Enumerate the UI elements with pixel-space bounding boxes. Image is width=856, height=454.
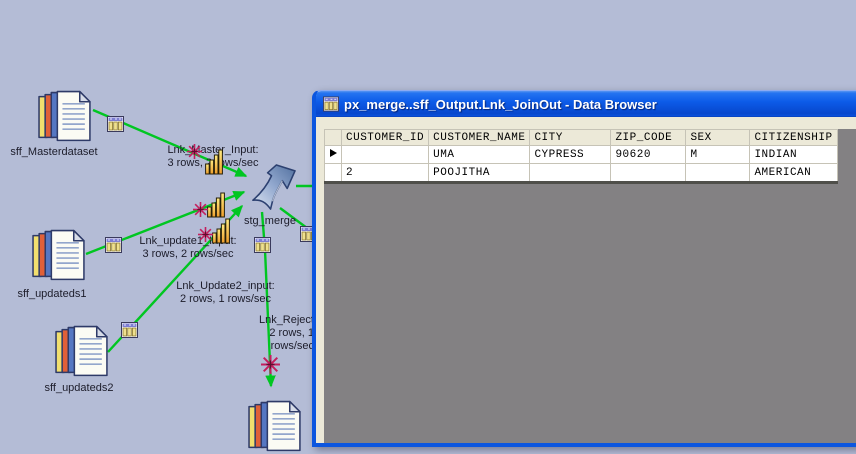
table-row: 1 UMA CYPRESS 90620 M INDIAN	[325, 146, 838, 164]
cell[interactable]: AMERICAN	[750, 164, 837, 183]
row-selector-header	[325, 130, 342, 146]
node-label-master: sff_Masterdataset	[8, 146, 100, 159]
row-selector[interactable]	[325, 164, 342, 183]
link-label-update2-input: Lnk_Update2_input: 2 rows, 1 rows/sec	[168, 280, 283, 306]
sparkle-icon	[187, 144, 202, 159]
perf-stats-icon	[205, 149, 224, 175]
column-header[interactable]: CUSTOMER_ID	[342, 130, 429, 146]
link-stats: 2 rows, 1 rows/sec	[180, 293, 271, 305]
node-label-updateds2: sff_updateds2	[34, 382, 124, 395]
link-metadata-icon	[254, 237, 271, 253]
cell[interactable]	[611, 164, 686, 183]
perf-stats-icon	[207, 192, 226, 218]
column-header[interactable]: CITY	[530, 130, 611, 146]
data-browser-client: CUSTOMER_ID CUSTOMER_NAME CITY ZIP_CODE …	[316, 118, 856, 443]
merge-stage-node[interactable]	[246, 163, 299, 212]
cell[interactable]: CYPRESS	[530, 146, 611, 164]
perf-stats-icon	[212, 218, 231, 244]
cell[interactable]: 2	[342, 164, 429, 183]
column-header[interactable]: SEX	[686, 130, 750, 146]
data-browser-window: px_merge..sff_Output.Lnk_JoinOut - Data …	[312, 90, 856, 447]
grid-header-row: CUSTOMER_ID CUSTOMER_NAME CITY ZIP_CODE …	[325, 130, 838, 146]
link-metadata-icon	[107, 116, 124, 132]
link-label-reject: Lnk_Reject 2 rows, 1 rows/sec	[238, 314, 314, 353]
data-grid: CUSTOMER_ID CUSTOMER_NAME CITY ZIP_CODE …	[324, 129, 838, 184]
cell[interactable]: 90620	[611, 146, 686, 164]
grid-background-panel: CUSTOMER_ID CUSTOMER_NAME CITY ZIP_CODE …	[324, 129, 856, 443]
dataset-node-reject-output[interactable]	[247, 400, 304, 454]
link-stats: 2 rows, 1	[269, 327, 314, 339]
cell[interactable]: M	[686, 146, 750, 164]
link-name: Lnk_Update2_input:	[176, 280, 274, 292]
link-metadata-icon	[105, 237, 122, 253]
sparkle-icon	[193, 202, 208, 217]
link-stats: rows/sec	[271, 340, 314, 352]
node-label-updateds1: sff_updateds1	[7, 288, 97, 301]
dataset-node-updateds2[interactable]	[54, 325, 111, 379]
window-title: px_merge..sff_Output.Lnk_JoinOut - Data …	[344, 97, 657, 112]
sparkle-icon	[261, 355, 280, 374]
cell[interactable]: 1	[342, 146, 429, 164]
dataset-node-master[interactable]	[37, 90, 94, 144]
link-stats: 3 rows, 2 rows/sec	[142, 248, 233, 260]
window-table-icon	[323, 96, 339, 112]
cell[interactable]	[530, 164, 611, 183]
cell[interactable]: INDIAN	[750, 146, 837, 164]
cell[interactable]: POOJITHA	[429, 164, 530, 183]
link-metadata-icon	[121, 322, 138, 338]
column-header[interactable]: CUSTOMER_NAME	[429, 130, 530, 146]
cell[interactable]	[686, 164, 750, 183]
cell[interactable]: UMA	[429, 146, 530, 164]
row-selector[interactable]	[325, 146, 342, 164]
dataset-node-updateds1[interactable]	[31, 229, 88, 283]
current-row-indicator	[330, 149, 337, 157]
table-row: 2 POOJITHA AMERICAN	[325, 164, 838, 183]
column-header[interactable]: CITIZENSHIP	[750, 130, 837, 146]
column-header[interactable]: ZIP_CODE	[611, 130, 686, 146]
sparkle-icon	[198, 227, 213, 242]
link-name: Lnk_Reject	[259, 314, 314, 326]
node-label-merge: stg_merge	[235, 215, 305, 228]
window-titlebar[interactable]: px_merge..sff_Output.Lnk_JoinOut - Data …	[316, 91, 856, 117]
